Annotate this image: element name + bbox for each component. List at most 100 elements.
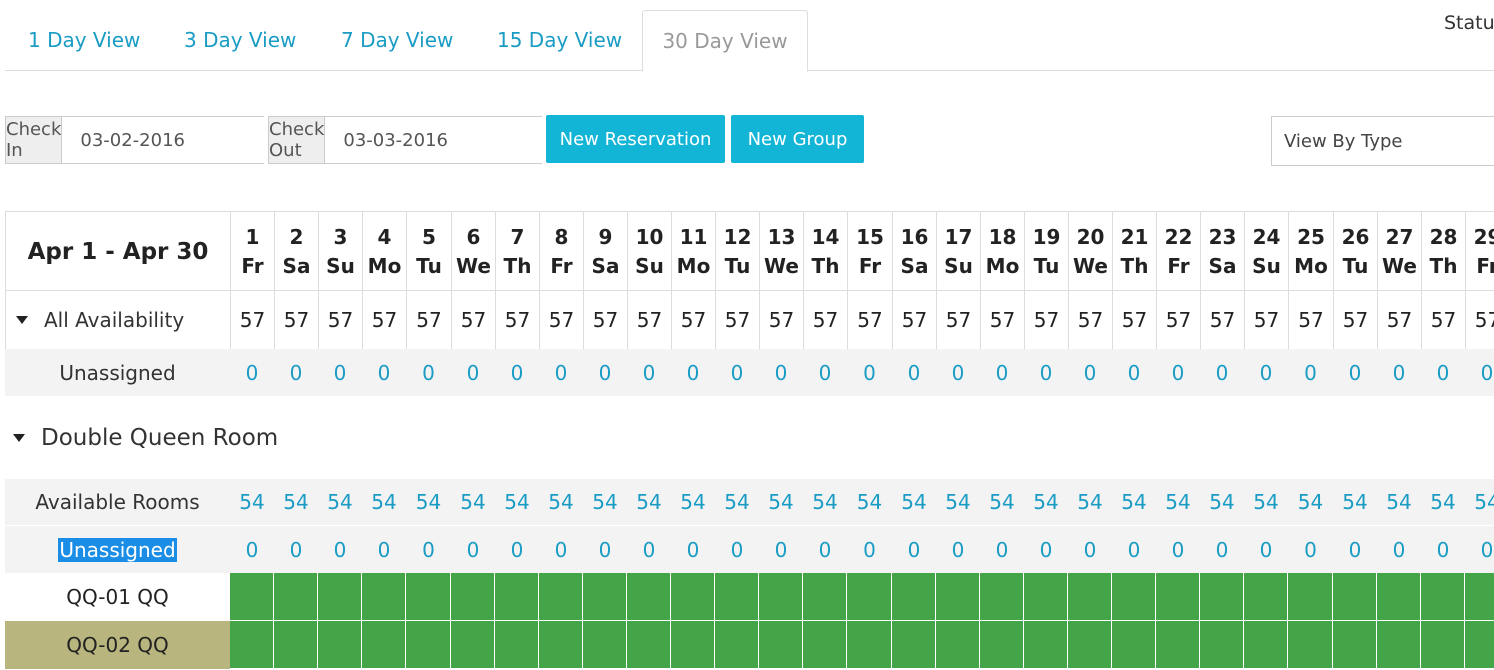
room-day-slot[interactable] [1200, 621, 1244, 669]
available-rooms-count-link[interactable]: 54 [539, 479, 583, 525]
unassigned-count-link[interactable]: 0 [803, 349, 847, 396]
available-rooms-count-link[interactable]: 54 [671, 479, 715, 525]
available-rooms-count-link[interactable]: 54 [715, 479, 759, 525]
available-rooms-count-link[interactable]: 54 [318, 479, 362, 525]
unassigned-count-link[interactable]: 0 [230, 349, 274, 396]
room-day-slot[interactable] [583, 621, 627, 669]
room-day-slot[interactable] [1333, 621, 1377, 669]
room-day-slot[interactable] [936, 621, 980, 669]
room-day-slot[interactable] [1244, 621, 1288, 669]
available-rooms-count-link[interactable]: 54 [980, 479, 1024, 525]
unassigned-count-link[interactable]: 0 [1068, 526, 1112, 573]
room-day-slot[interactable] [1068, 621, 1112, 669]
unassigned-count-link[interactable]: 0 [980, 526, 1024, 573]
unassigned-count-link[interactable]: 0 [1377, 349, 1421, 396]
room-day-slot[interactable] [980, 621, 1024, 669]
room-day-slot[interactable] [759, 573, 803, 621]
room-day-slot[interactable] [230, 621, 274, 669]
room-day-slot[interactable] [1288, 573, 1333, 621]
room-day-slot[interactable] [671, 621, 715, 669]
room-day-slot[interactable] [230, 573, 274, 621]
room-day-slot[interactable] [495, 573, 539, 621]
room-day-slot[interactable] [1421, 621, 1465, 669]
room-day-slot[interactable] [803, 621, 847, 669]
room-day-slot[interactable] [1024, 621, 1068, 669]
unassigned-count-link[interactable]: 0 [892, 526, 936, 573]
status-label[interactable]: Statu [1444, 12, 1494, 34]
all-availability-toggle[interactable]: All Availability [6, 291, 231, 349]
room-day-slot[interactable] [1068, 573, 1112, 621]
room-day-slot[interactable] [362, 573, 406, 621]
unassigned-count-link[interactable]: 0 [318, 349, 362, 396]
available-rooms-count-link[interactable]: 54 [1421, 479, 1465, 525]
room-day-slot[interactable] [318, 573, 362, 621]
room-day-slot[interactable] [803, 573, 847, 621]
room-day-slot[interactable] [715, 621, 759, 669]
available-rooms-count-link[interactable]: 54 [936, 479, 980, 525]
unassigned-count-link[interactable]: 0 [362, 349, 406, 396]
available-rooms-count-link[interactable]: 54 [1377, 479, 1421, 525]
room-day-slot[interactable] [1465, 573, 1494, 621]
room-day-slot[interactable] [936, 573, 980, 621]
unassigned-count-link[interactable]: 0 [539, 526, 583, 573]
room-day-slot[interactable] [451, 621, 495, 669]
unassigned-count-link[interactable]: 0 [759, 349, 803, 396]
unassigned-count-link[interactable]: 0 [1421, 349, 1465, 396]
room-day-slot[interactable] [847, 621, 892, 669]
unassigned-count-link[interactable]: 0 [980, 349, 1024, 396]
room-day-slot[interactable] [1465, 621, 1494, 669]
available-rooms-count-link[interactable]: 54 [803, 479, 847, 525]
unassigned-count-link[interactable]: 0 [1068, 349, 1112, 396]
room-day-slot[interactable] [1156, 621, 1200, 669]
unassigned-count-link[interactable]: 0 [1112, 349, 1156, 396]
tab-7-day-view[interactable]: 7 Day View [341, 10, 453, 69]
unassigned-count-link[interactable]: 0 [847, 349, 892, 396]
unassigned-count-link[interactable]: 0 [936, 349, 980, 396]
unassigned-count-link[interactable]: 0 [1200, 349, 1244, 396]
room-type-toggle[interactable]: Double Queen Room [13, 425, 278, 451]
unassigned-count-link[interactable]: 0 [627, 349, 671, 396]
unassigned-count-link[interactable]: 0 [583, 526, 627, 573]
room-day-slot[interactable] [539, 573, 583, 621]
tab-3-day-view[interactable]: 3 Day View [184, 10, 296, 69]
unassigned-count-link[interactable]: 0 [1333, 526, 1377, 573]
unassigned-count-link[interactable]: 0 [936, 526, 980, 573]
unassigned-count-link[interactable]: 0 [495, 349, 539, 396]
unassigned-count-link[interactable]: 0 [671, 526, 715, 573]
room-name[interactable]: QQ-01 QQ [5, 573, 230, 621]
unassigned-count-link[interactable]: 0 [1200, 526, 1244, 573]
unassigned-count-link[interactable]: 0 [715, 349, 759, 396]
tab-15-day-view[interactable]: 15 Day View [497, 10, 622, 69]
room-name[interactable]: QQ-02 QQ [5, 621, 230, 669]
room-day-slot[interactable] [451, 573, 495, 621]
room-day-slot[interactable] [274, 621, 318, 669]
unassigned-count-link[interactable]: 0 [362, 526, 406, 573]
unassigned-count-link[interactable]: 0 [539, 349, 583, 396]
unassigned-count-link[interactable]: 0 [451, 526, 495, 573]
tab-30-day-view[interactable]: 30 Day View [642, 10, 808, 72]
tab-1-day-view[interactable]: 1 Day View [28, 10, 140, 69]
unassigned-count-link[interactable]: 0 [583, 349, 627, 396]
unassigned-count-link[interactable]: 0 [892, 349, 936, 396]
unassigned-count-link[interactable]: 0 [1377, 526, 1421, 573]
unassigned-count-link[interactable]: 0 [274, 526, 318, 573]
room-day-slot[interactable] [1024, 573, 1068, 621]
available-rooms-count-link[interactable]: 54 [1024, 479, 1068, 525]
available-rooms-count-link[interactable]: 54 [362, 479, 406, 525]
room-day-slot[interactable] [362, 621, 406, 669]
room-day-slot[interactable] [1377, 573, 1421, 621]
available-rooms-count-link[interactable]: 54 [759, 479, 803, 525]
unassigned-count-link[interactable]: 0 [230, 526, 274, 573]
room-day-slot[interactable] [671, 573, 715, 621]
room-day-slot[interactable] [1156, 573, 1200, 621]
room-day-slot[interactable] [715, 573, 759, 621]
new-group-button[interactable]: New Group [731, 115, 864, 163]
unassigned-count-link[interactable]: 0 [1244, 349, 1288, 396]
room-day-slot[interactable] [274, 573, 318, 621]
room-day-slot[interactable] [1377, 621, 1421, 669]
room-day-slot[interactable] [406, 573, 451, 621]
unassigned-count-link[interactable]: 0 [715, 526, 759, 573]
room-day-slot[interactable] [759, 621, 803, 669]
room-day-slot[interactable] [1112, 573, 1156, 621]
room-day-slot[interactable] [1200, 573, 1244, 621]
